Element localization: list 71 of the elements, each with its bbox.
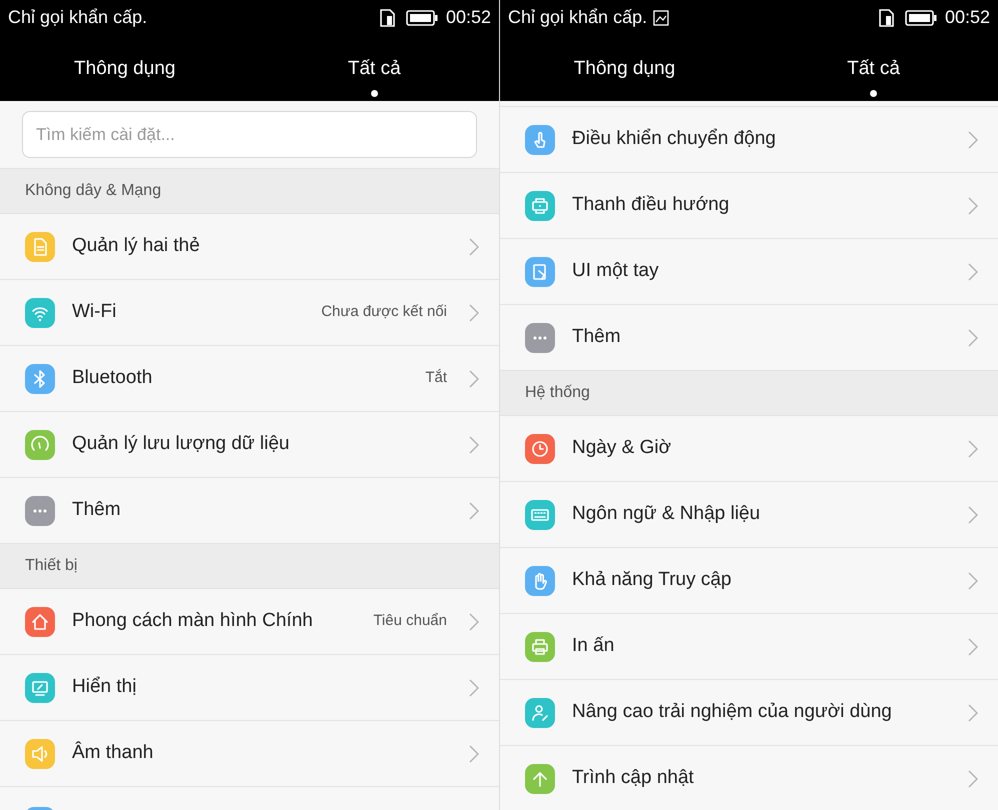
settings-row[interactable]: In ấn	[500, 614, 998, 680]
tab[interactable]: Thông dụng	[500, 35, 749, 101]
row-label: UI một tay	[572, 259, 659, 284]
chevron-icon	[469, 370, 479, 388]
chevron-icon	[968, 262, 978, 280]
carrier-text: Chỉ gọi khẩn cấp.	[8, 6, 148, 29]
row-label: Phong cách màn hình Chính	[72, 609, 313, 634]
row-label: Ngôn ngữ & Nhập liệu	[572, 502, 760, 526]
chevron-icon	[968, 506, 978, 524]
row-label: Thêm	[72, 498, 121, 522]
chevron-icon	[968, 770, 978, 788]
tab[interactable]: Tất cả	[250, 35, 499, 101]
section-header: Hệ thống	[500, 371, 998, 416]
row-label: Khả năng Truy cập	[572, 568, 732, 592]
chevron-icon	[968, 704, 978, 722]
settings-row[interactable]: Nâng cao trải nghiệm của người dùng	[500, 680, 998, 746]
settings-row[interactable]: Khả năng Truy cập	[500, 548, 998, 614]
settings-row[interactable]: Phong cách màn hình Chính Tiêu chuẩn	[0, 589, 499, 655]
row-label: Quản lý hai thẻ	[72, 234, 200, 258]
row-label: Điều khiển chuyển động	[572, 127, 776, 152]
tab[interactable]: Thông dụng	[0, 35, 250, 101]
row-label: Thêm	[572, 325, 621, 350]
row-label: Wi-Fi	[72, 300, 116, 324]
carrier-text: Chỉ gọi khẩn cấp.	[508, 6, 648, 29]
chevron-icon	[469, 502, 479, 520]
chevron-icon	[968, 328, 978, 346]
chevron-icon	[968, 196, 978, 214]
row-label: Bluetooth	[72, 366, 152, 390]
row-label: Quản lý lưu lượng dữ liệu	[72, 432, 290, 456]
settings-row[interactable]: Bluetooth Tắt	[0, 346, 499, 412]
chevron-icon	[469, 304, 479, 322]
sim-alert-icon	[878, 8, 895, 26]
settings-row[interactable]: Thanh điều hướng	[500, 173, 998, 239]
row-value: Tắt	[425, 368, 447, 388]
settings-row[interactable]: UI một tay	[500, 239, 998, 305]
search-field[interactable]: Tìm kiếm cài đặt...	[22, 111, 477, 158]
settings-row[interactable]: Ngôn ngữ & Nhập liệu	[500, 482, 998, 548]
chevron-icon	[968, 440, 978, 458]
row-label: Ngày & Giờ	[572, 436, 672, 460]
chevron-icon	[469, 744, 479, 762]
section-header: Không dây & Mạng	[0, 169, 499, 214]
settings-row[interactable]: Trình cập nhật	[500, 746, 998, 810]
settings-row[interactable]: Âm thanh	[0, 721, 499, 787]
settings-row[interactable]: Ngày & Giờ	[500, 416, 998, 482]
chevron-icon	[968, 130, 978, 148]
chevron-icon	[968, 638, 978, 656]
section-header: Thiết bị	[0, 544, 499, 589]
row-label: Hiển thị	[72, 675, 136, 700]
chevron-icon	[469, 238, 479, 256]
settings-row[interactable]: Wi-Fi Chưa được kết nối	[0, 280, 499, 346]
row-value: Tiêu chuẩn	[373, 611, 447, 632]
settings-row[interactable]: Điều khiển chuyển động	[500, 107, 998, 173]
clock-text: 00:52	[944, 6, 990, 29]
settings-row[interactable]: Quản lý hai thẻ	[0, 214, 499, 280]
row-label: Trình cập nhật	[572, 766, 694, 790]
chevron-icon	[469, 436, 479, 454]
clock-text: 00:52	[446, 6, 491, 29]
row-label: Âm thanh	[72, 740, 154, 766]
settings-row[interactable]: Hiển thị	[0, 655, 499, 721]
battery-icon	[904, 10, 937, 26]
chevron-icon	[469, 612, 479, 630]
settings-row[interactable]: Quản lý lưu lượng dữ liệu	[0, 412, 499, 478]
sim-alert-icon	[380, 8, 396, 26]
row-label: Thanh điều hướng	[572, 193, 730, 218]
row-value: Chưa được kết nối	[321, 302, 447, 322]
chevron-icon	[469, 678, 479, 696]
row-label: Nâng cao trải nghiệm của người dùng	[572, 700, 892, 724]
tab[interactable]: Tất cả	[749, 35, 998, 101]
chevron-icon	[968, 572, 978, 590]
row-label: In ấn	[572, 634, 614, 658]
battery-icon	[406, 10, 438, 26]
